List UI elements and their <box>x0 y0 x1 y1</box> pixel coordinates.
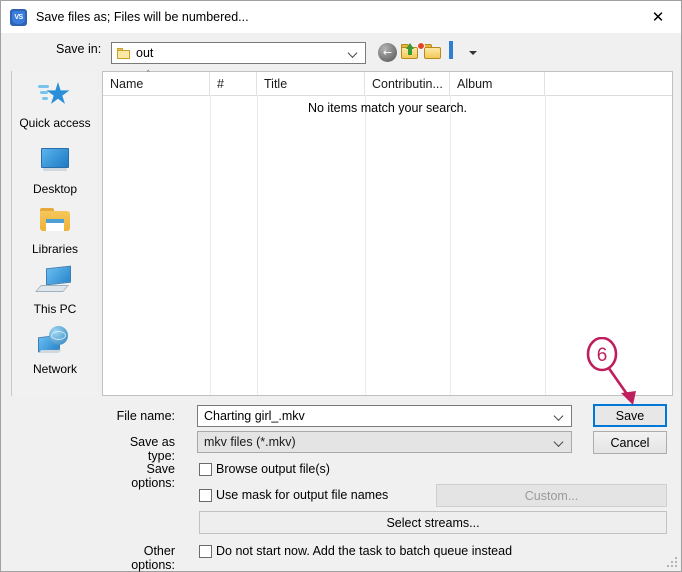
network-globe-icon <box>37 323 73 359</box>
back-arrow-icon: ← <box>378 43 397 62</box>
batch-queue-checkbox-row[interactable]: Do not start now. Add the task to batch … <box>199 544 512 558</box>
other-options-label: Other options: <box>131 544 175 572</box>
use-mask-checkbox-row[interactable]: Use mask for output file names <box>199 488 388 502</box>
sidebar-item-libraries[interactable]: Libraries <box>12 203 98 263</box>
save-as-type-label: Save as type: <box>129 435 175 463</box>
column-header-label: Album <box>457 76 493 91</box>
batch-queue-checkbox[interactable] <box>199 544 212 558</box>
custom-button[interactable]: Custom... <box>436 484 667 507</box>
file-name-label: File name: <box>116 409 175 423</box>
batch-queue-label: Do not start now. Add the task to batch … <box>216 544 513 558</box>
chevron-down-icon[interactable] <box>555 438 564 447</box>
use-mask-label: Use mask for output file names <box>216 488 389 502</box>
column-header-name[interactable]: Name ˄ <box>103 70 210 95</box>
file-list-header: Name ˄ # Title Contributin... Album <box>103 70 672 96</box>
sidebar-item-label: This PC <box>33 302 77 316</box>
resize-grip[interactable] <box>666 556 677 567</box>
use-mask-checkbox[interactable] <box>199 488 212 502</box>
file-name-value: Charting girl_.mkv <box>204 409 305 423</box>
column-header-album[interactable]: Album <box>450 72 545 95</box>
column-header-label: Title <box>264 76 288 91</box>
file-name-input[interactable]: Charting girl_.mkv <box>197 405 572 427</box>
window-title: Save files as; Files will be numbered... <box>36 10 249 24</box>
chevron-down-icon <box>469 51 477 55</box>
column-header-number[interactable]: # <box>210 72 257 95</box>
sidebar-item-label: Network <box>32 362 77 376</box>
save-in-label: Save in: <box>56 42 102 56</box>
save-in-dropdown[interactable]: out <box>111 42 366 64</box>
view-options-icon <box>449 41 453 59</box>
select-streams-button[interactable]: Select streams... <box>199 511 667 534</box>
quick-access-star-icon <box>38 77 72 113</box>
file-list[interactable]: Name ˄ # Title Contributin... Album No i… <box>102 71 673 396</box>
save-file-dialog: VS Save files as; Files will be numbered… <box>0 0 682 572</box>
sidebar-item-quick-access[interactable]: Quick access <box>12 77 98 137</box>
cancel-button-label: Cancel <box>610 435 650 450</box>
desktop-monitor-icon <box>38 143 72 179</box>
custom-button-label: Custom... <box>524 488 579 503</box>
sidebar-item-label: Desktop <box>32 182 78 196</box>
chevron-down-icon <box>349 49 358 58</box>
chevron-down-icon[interactable] <box>555 412 564 421</box>
sidebar-item-label: Libraries <box>31 242 79 256</box>
libraries-folder-icon <box>38 203 72 239</box>
browse-output-checkbox-row[interactable]: Browse output file(s) <box>199 462 330 476</box>
close-icon[interactable]: ✕ <box>635 1 681 32</box>
column-header-label: Name <box>110 76 144 91</box>
save-options-label: Save options: <box>131 462 175 490</box>
vs-shield-icon: VS <box>12 10 25 24</box>
column-header-label: Contributin... <box>372 76 443 91</box>
save-as-type-value: mkv files (*.mkv) <box>204 435 296 449</box>
app-icon: VS <box>10 8 27 26</box>
sidebar-item-network[interactable]: Network <box>12 323 98 383</box>
new-folder-button[interactable] <box>417 42 445 64</box>
save-as-type-dropdown[interactable]: mkv files (*.mkv) <box>197 431 572 453</box>
select-streams-label: Select streams... <box>386 515 480 530</box>
cancel-button[interactable]: Cancel <box>593 431 667 454</box>
browse-output-checkbox[interactable] <box>199 462 212 476</box>
sidebar-item-desktop[interactable]: Desktop <box>12 143 98 203</box>
view-options-button[interactable] <box>449 41 479 64</box>
sidebar-item-this-pc[interactable]: This PC <box>12 263 98 323</box>
this-pc-computer-icon <box>35 263 73 299</box>
column-header-title[interactable]: Title <box>257 72 365 95</box>
save-button[interactable]: Save <box>593 404 667 427</box>
folder-icon <box>117 47 130 59</box>
browse-output-label: Browse output file(s) <box>216 462 330 476</box>
column-header-label: # <box>217 76 224 91</box>
back-button[interactable]: ← <box>378 43 399 64</box>
title-bar: VS Save files as; Files will be numbered… <box>1 1 681 33</box>
save-button-label: Save <box>615 408 645 423</box>
sidebar-item-label: Quick access <box>19 116 91 130</box>
save-in-value: out <box>136 46 154 60</box>
column-header-contributing-artists[interactable]: Contributin... <box>365 72 450 95</box>
places-sidebar: Quick access Desktop Libraries This PC N… <box>11 71 97 396</box>
sort-ascending-icon: ˄ <box>146 70 151 80</box>
column-header-extra[interactable] <box>545 72 672 95</box>
file-list-empty-message: No items match your search. <box>307 101 468 115</box>
